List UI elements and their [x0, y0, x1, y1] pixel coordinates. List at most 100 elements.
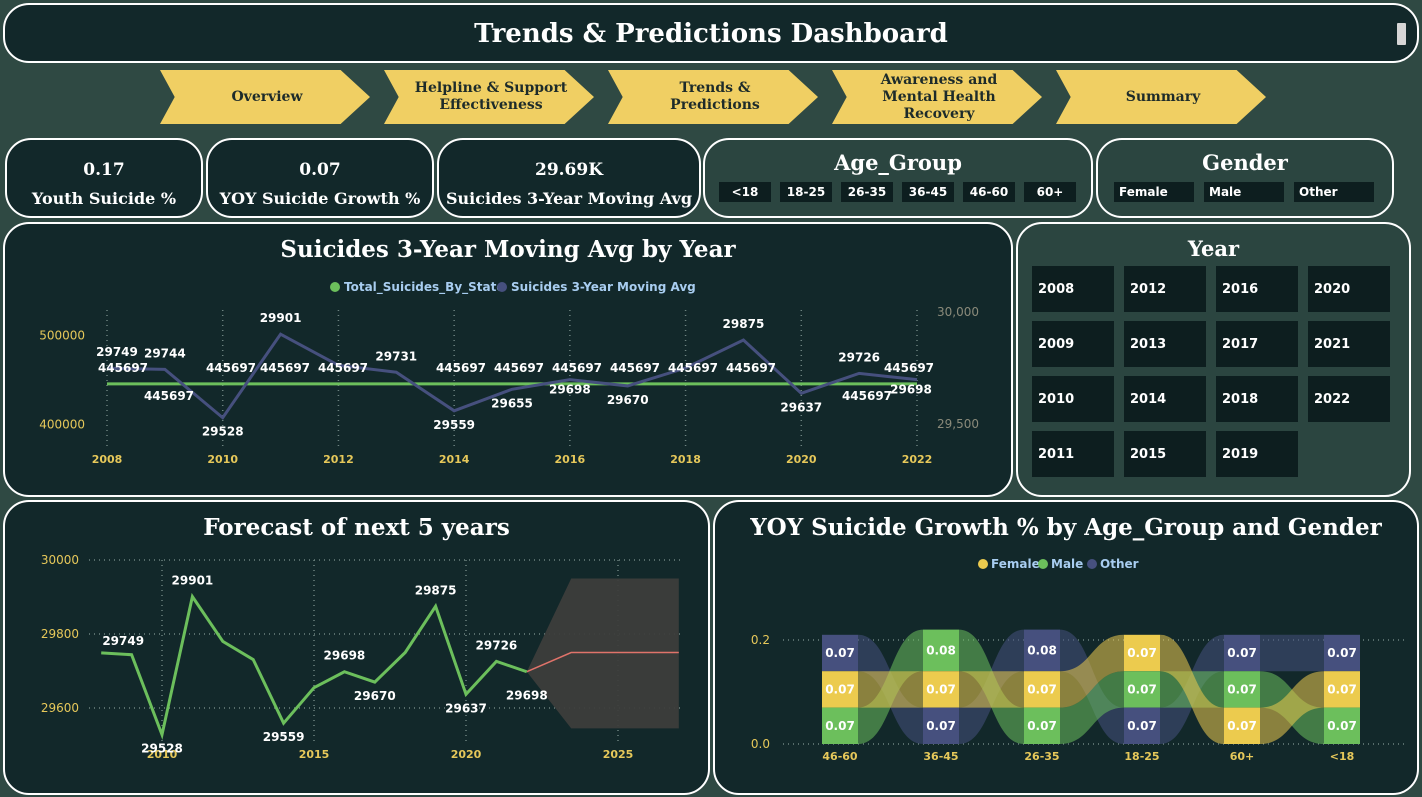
x-tick-label: 2022: [902, 453, 933, 466]
nav-summary-button[interactable]: Summary: [1056, 70, 1266, 124]
data-label-total: 445697: [668, 361, 718, 375]
title-bar: Trends & Predictions Dashboard: [3, 3, 1419, 63]
forecast-chart: 3000029800296002010 2015 2020 2025297492952…: [41, 553, 680, 761]
kpi-card-moving-avg: 29.69K Suicides 3-Year Moving Avg: [437, 138, 701, 218]
data-label: 0.07: [926, 682, 956, 696]
year-option-2013[interactable]: 2013: [1124, 321, 1206, 367]
year-option-2011[interactable]: 2011: [1032, 431, 1114, 477]
yoy-growth-chart-panel: YOY Suicide Growth % by Age_Group and Ge…: [713, 500, 1419, 795]
x-tick-label: 2010: [207, 453, 238, 466]
age-option-60-plus[interactable]: 60+: [1024, 182, 1076, 202]
y-tick-label: 0.0: [751, 737, 770, 751]
kpi-value: 0.07: [299, 160, 341, 180]
year-option-2015[interactable]: 2015: [1124, 431, 1206, 477]
kpi-card-yoy-growth: 0.07 YOY Suicide Growth %: [206, 138, 434, 218]
year-option-2018[interactable]: 2018: [1216, 376, 1298, 422]
year-option-2012[interactable]: 2012: [1124, 266, 1206, 312]
year-option-2022[interactable]: 2022: [1308, 376, 1390, 422]
gender-option-female[interactable]: Female: [1114, 182, 1194, 202]
gender-slicer: Gender Female Male Other: [1096, 138, 1394, 218]
legend-marker: [978, 559, 988, 569]
data-label-moving-avg: 29698: [890, 383, 932, 397]
data-label: 0.07: [825, 646, 855, 660]
y-tick-label: 29800: [41, 627, 79, 641]
forecast-chart-panel: Forecast of next 5 years 30000 29800 29600…: [3, 500, 710, 795]
year-option-2021[interactable]: 2021: [1308, 321, 1390, 367]
age-option-46-60[interactable]: 46-60: [963, 182, 1015, 202]
x-tick-label: 2020: [786, 453, 817, 466]
data-label: 29875: [415, 583, 457, 597]
age-option-26-35[interactable]: 26-35: [841, 182, 893, 202]
moving-avg-chart: Total_Suicides_By_State Suicides 3-Year M…: [39, 280, 979, 466]
data-label-moving-avg: 29726: [838, 350, 880, 364]
nav-trends-button[interactable]: Trends & Predictions: [608, 70, 818, 124]
year-slicer: Year 2008 2012 2016 2020 2009 2013 2017 2021 201…: [1016, 222, 1411, 497]
data-label: 0.07: [1227, 682, 1257, 696]
data-label: 0.07: [1227, 719, 1257, 733]
x-tick-label: 2014: [439, 453, 470, 466]
nav-overview-button[interactable]: Overview: [160, 70, 370, 124]
legend-marker: [497, 282, 507, 292]
year-option-2020[interactable]: 2020: [1308, 266, 1390, 312]
ribbon-female: [858, 671, 923, 708]
x-tick-label: 60+: [1230, 750, 1255, 763]
year-option-2009[interactable]: 2009: [1032, 321, 1114, 367]
data-label: 0.07: [1327, 646, 1357, 660]
age-option-36-45[interactable]: 36-45: [902, 182, 954, 202]
legend-label: Female: [991, 557, 1040, 571]
data-label-total: 445697: [552, 361, 602, 375]
data-label-moving-avg: 29670: [607, 393, 649, 407]
data-label-moving-avg: 29749: [96, 345, 138, 359]
x-tick-label: 2008: [92, 453, 123, 466]
data-label: 29698: [324, 649, 366, 663]
age-option-18-25[interactable]: 18-25: [780, 182, 832, 202]
legend-marker: [330, 282, 340, 292]
y2-tick-label: 29,500: [937, 417, 979, 431]
nav-helpline-button[interactable]: Helpline & Support Effectiveness: [384, 70, 594, 124]
data-label-total: 445697: [206, 361, 256, 375]
x-tick-label: 2015: [299, 748, 330, 761]
y2-tick-label: 30,000: [937, 305, 979, 319]
data-label: 0.08: [926, 643, 956, 657]
age-option-under-18[interactable]: <18: [719, 182, 771, 202]
x-tick-label: 36-45: [923, 750, 958, 763]
data-label: 29698: [506, 689, 548, 703]
data-label: 0.07: [1027, 719, 1057, 733]
data-label-total: 445697: [260, 361, 310, 375]
data-label: 0.07: [926, 719, 956, 733]
data-label-moving-avg: 29655: [491, 396, 533, 410]
year-option-2017[interactable]: 2017: [1216, 321, 1298, 367]
data-label: 0.07: [825, 682, 855, 696]
year-option-2008[interactable]: 2008: [1032, 266, 1114, 312]
gender-slicer-title: Gender: [1202, 150, 1288, 175]
gender-option-male[interactable]: Male: [1204, 182, 1284, 202]
legend-marker: [1087, 559, 1097, 569]
kpi-label: YOY Suicide Growth %: [219, 189, 421, 208]
gender-option-other[interactable]: Other: [1294, 182, 1374, 202]
data-label-total: 445697: [318, 361, 368, 375]
data-label-total: 445697: [436, 361, 486, 375]
scrollbar-thumb[interactable]: [1397, 23, 1406, 45]
data-label-moving-avg: 29901: [260, 311, 302, 325]
year-option-2014[interactable]: 2014: [1124, 376, 1206, 422]
year-option-2016[interactable]: 2016: [1216, 266, 1298, 312]
y-tick-label: 30000: [41, 553, 79, 567]
nav-awareness-button[interactable]: Awareness and Mental Health Recovery: [832, 70, 1042, 124]
data-label: 29749: [102, 634, 144, 648]
kpi-value: 0.17: [83, 160, 125, 180]
data-label: 29726: [476, 638, 518, 652]
legend-marker: [1038, 559, 1048, 569]
data-label-total: 445697: [726, 361, 776, 375]
data-label: 0.08: [1027, 643, 1057, 657]
age-group-slicer: Age_Group <18 18-25 26-35 36-45 46-60 60…: [703, 138, 1093, 218]
data-label: 0.07: [1327, 719, 1357, 733]
data-label-moving-avg: 29698: [549, 383, 591, 397]
x-tick-label: 2012: [323, 453, 354, 466]
age-group-slicer-title: Age_Group: [834, 150, 962, 175]
data-label: 0.07: [1027, 682, 1057, 696]
data-label-moving-avg: 29637: [780, 400, 822, 414]
year-option-2010[interactable]: 2010: [1032, 376, 1114, 422]
legend-label: Total_Suicides_By_State: [344, 280, 505, 295]
year-option-2019[interactable]: 2019: [1216, 431, 1298, 477]
data-label: 29637: [445, 701, 487, 715]
